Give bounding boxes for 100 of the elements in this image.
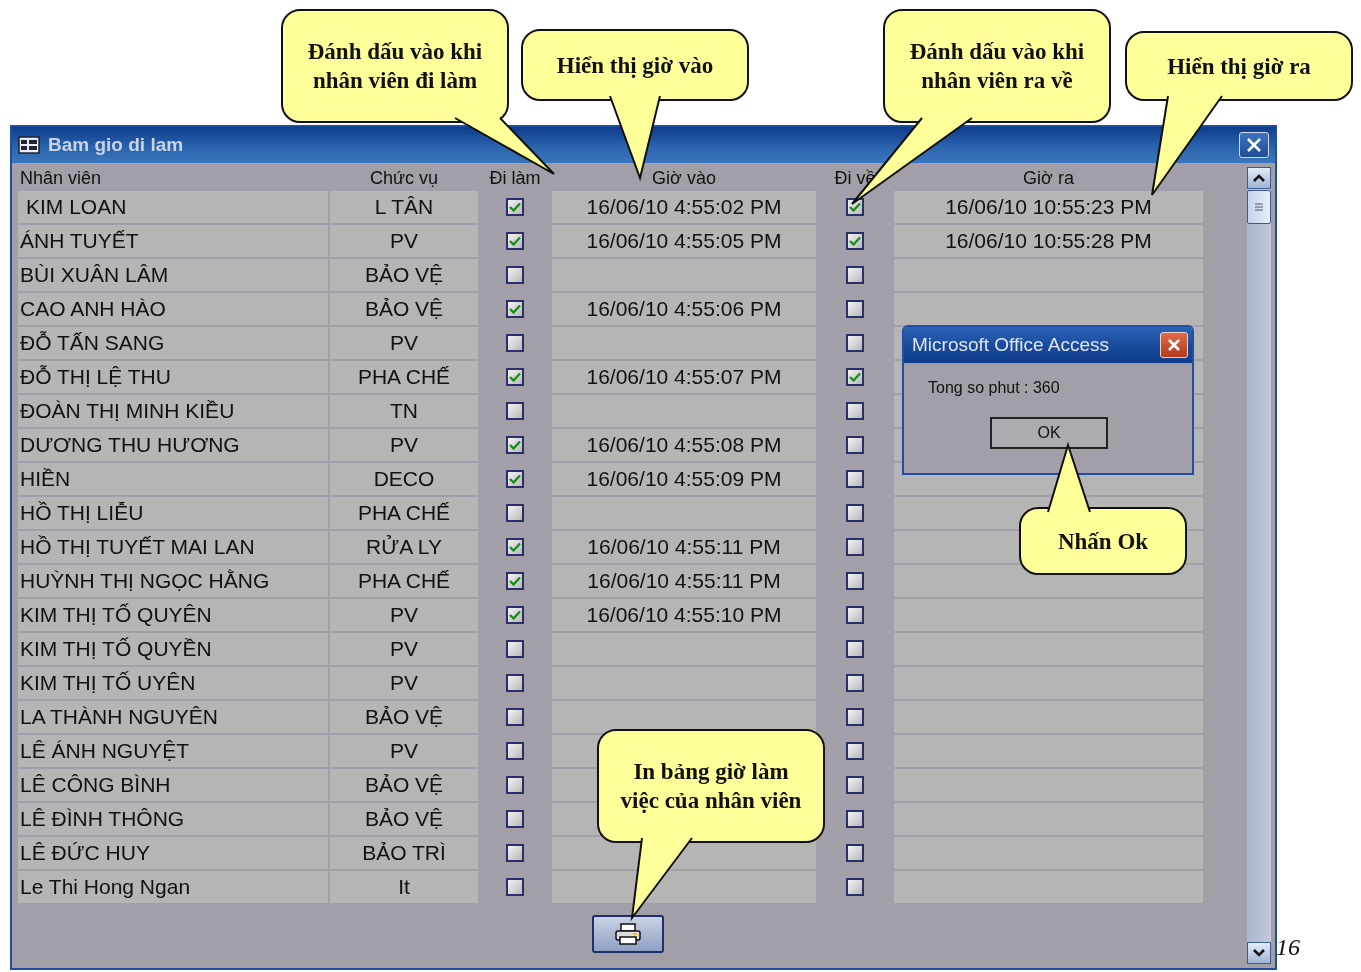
checkbox[interactable]	[506, 266, 524, 284]
name-cell: HỒ THỊ LIỄU	[18, 497, 328, 529]
checkbox[interactable]	[506, 844, 524, 862]
position-cell: DECO	[330, 463, 478, 495]
name-cell: ĐỖ TẤN SANG	[18, 327, 328, 359]
column-header: Nhân viên	[19, 167, 103, 189]
checkbox[interactable]	[506, 334, 524, 352]
position-cell: PHA CHẾ	[330, 497, 478, 529]
checkbox[interactable]	[506, 776, 524, 794]
position-cell: PV	[330, 327, 478, 359]
checkbox[interactable]	[506, 606, 524, 624]
time-in-cell: 16/06/10 4:55:02 PM	[552, 191, 816, 223]
callout-text: Đánh dấu vào khi nhân viên ra về	[908, 38, 1086, 95]
position-cell: BẢO VỆ	[330, 701, 478, 733]
name-cell: LA THÀNH NGUYÊN	[18, 701, 328, 733]
checkbox[interactable]	[846, 266, 864, 284]
checkbox[interactable]	[846, 572, 864, 590]
checkbox[interactable]	[846, 776, 864, 794]
time-in-cell: 16/06/10 4:55:10 PM	[552, 599, 816, 631]
checkbox[interactable]	[506, 198, 524, 216]
checkbox[interactable]	[846, 742, 864, 760]
name-cell: KIM LOAN	[18, 191, 328, 223]
time-in-cell: 16/06/10 4:55:11 PM	[552, 531, 816, 563]
checkbox[interactable]	[506, 470, 524, 488]
checkbox[interactable]	[846, 436, 864, 454]
checkbox[interactable]	[506, 640, 524, 658]
position-cell: PV	[330, 633, 478, 665]
scroll-thumb[interactable]	[1247, 190, 1271, 224]
position-cell: BẢO VỆ	[330, 293, 478, 325]
position-cell: PV	[330, 735, 478, 767]
position-cell: BẢO TRÌ	[330, 837, 478, 869]
page-number: 16	[1276, 934, 1300, 961]
name-cell: KIM THỊ TỐ UYÊN	[18, 667, 328, 699]
position-cell: PHA CHẾ	[330, 361, 478, 393]
checkbox[interactable]	[506, 232, 524, 250]
name-cell: LÊ CÔNG BÌNH	[18, 769, 328, 801]
checkbox[interactable]	[846, 368, 864, 386]
position-cell: TN	[330, 395, 478, 427]
position-cell: BẢO VỆ	[330, 769, 478, 801]
callout-text: In bảng giờ làm việc của nhân viên	[619, 758, 803, 815]
checkbox[interactable]	[846, 538, 864, 556]
name-cell: Le Thi Hong Ngan	[18, 871, 328, 903]
name-cell: HỒ THỊ TUYẾT MAI LAN	[18, 531, 328, 563]
print-button[interactable]	[592, 915, 664, 953]
checkbox[interactable]	[846, 470, 864, 488]
name-cell: HIỀN	[18, 463, 328, 495]
name-cell: ÁNH TUYẾT	[18, 225, 328, 257]
checkbox[interactable]	[846, 844, 864, 862]
checkbox[interactable]	[506, 572, 524, 590]
checkbox[interactable]	[846, 606, 864, 624]
position-cell: PV	[330, 667, 478, 699]
name-cell: LÊ ĐÌNH THÔNG	[18, 803, 328, 835]
position-cell: It	[330, 871, 478, 903]
checkbox[interactable]	[506, 436, 524, 454]
checkbox[interactable]	[506, 708, 524, 726]
position-cell: PV	[330, 225, 478, 257]
checkbox[interactable]	[506, 810, 524, 828]
checkbox[interactable]	[846, 300, 864, 318]
scrollbar[interactable]	[1247, 167, 1271, 964]
position-cell: PV	[330, 599, 478, 631]
time-in-cell: 16/06/10 4:55:08 PM	[552, 429, 816, 461]
callout-text: Nhấn Ok	[1057, 527, 1149, 556]
checkbox[interactable]	[846, 810, 864, 828]
time-in-cell: 16/06/10 4:55:05 PM	[552, 225, 816, 257]
column-header: Đi làm	[488, 167, 542, 189]
checkbox[interactable]	[846, 708, 864, 726]
name-cell: LÊ ĐỨC HUY	[18, 837, 328, 869]
checkbox[interactable]	[846, 674, 864, 692]
checkbox[interactable]	[846, 878, 864, 896]
time-in-cell: 16/06/10 4:55:09 PM	[552, 463, 816, 495]
checkbox[interactable]	[846, 640, 864, 658]
name-cell: BÙI XUÂN LÂM	[18, 259, 328, 291]
checkbox[interactable]	[506, 538, 524, 556]
name-cell: DƯƠNG THU HƯƠNG	[18, 429, 328, 461]
time-in-cell: 16/06/10 4:55:07 PM	[552, 361, 816, 393]
time-in-cell: 16/06/10 4:55:11 PM	[552, 565, 816, 597]
checkbox[interactable]	[506, 504, 524, 522]
close-button[interactable]	[1239, 132, 1269, 158]
checkbox[interactable]	[846, 334, 864, 352]
checkbox[interactable]	[506, 300, 524, 318]
callout-text: Đánh dấu vào khi nhân viên đi làm	[306, 38, 484, 95]
checkbox[interactable]	[506, 742, 524, 760]
checkbox[interactable]	[846, 402, 864, 420]
printer-icon	[614, 923, 642, 945]
dialog-message: Tong so phut : 360	[928, 379, 1060, 397]
close-button[interactable]	[1160, 332, 1188, 358]
callout-text: Hiển thị giờ vào	[556, 51, 714, 80]
column-header: Giờ vào	[651, 167, 717, 189]
form-icon	[18, 136, 40, 154]
checkbox[interactable]	[506, 402, 524, 420]
position-cell: BẢO VỆ	[330, 259, 478, 291]
close-icon	[1246, 137, 1262, 153]
checkbox[interactable]	[506, 878, 524, 896]
checkbox[interactable]	[506, 368, 524, 386]
checkbox[interactable]	[846, 504, 864, 522]
close-icon	[1167, 338, 1181, 352]
checkbox[interactable]	[846, 232, 864, 250]
ok-button[interactable]: OK	[990, 417, 1108, 449]
checkbox[interactable]	[506, 674, 524, 692]
window-title: Bam gio di lam	[48, 134, 185, 156]
